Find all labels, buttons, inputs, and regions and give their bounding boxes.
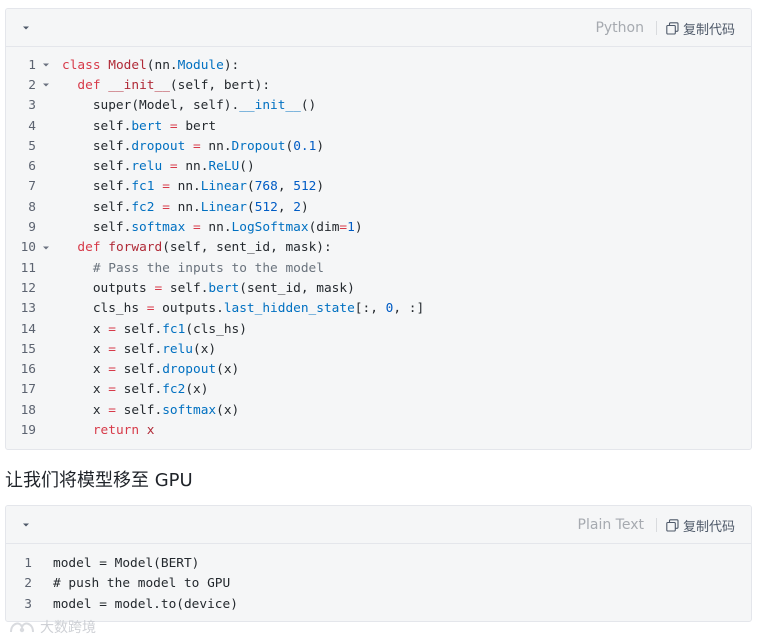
line-number: 1 (28, 57, 36, 73)
plain-text-code-block: Plain Text 复制代码 1 model = Model(BERT) 2 # p… (5, 505, 752, 622)
watermark-logo-icon (10, 622, 34, 633)
line-number: 6 (28, 159, 36, 175)
line-number: 3 (24, 596, 32, 612)
code-text: class Model(nn.Module): (62, 57, 240, 73)
python-code-block: Python 复制代码 1 class Model(nn.Module): 2 de… (5, 8, 752, 450)
code-line: 16 x = self.dropout(x) (6, 359, 751, 379)
watermark-text: 大数跨境 (40, 620, 96, 636)
code-line: 3 super(Model, self).__init__() (6, 96, 751, 116)
line-number: 3 (28, 98, 36, 114)
code-text: outputs = self.bert(sent_id, mask) (62, 280, 355, 296)
code-line: 9 self.softmax = nn.LogSoftmax(dim=1) (6, 217, 751, 237)
line-number: 2 (24, 576, 32, 592)
code-line: 4 self.bert = bert (6, 116, 751, 136)
code-line: 8 self.fc2 = nn.Linear(512, 2) (6, 197, 751, 217)
watermark: 大数跨境 (8, 617, 96, 637)
code-line: 10 def forward(self, sent_id, mask): (6, 238, 751, 258)
line-number: 8 (28, 199, 36, 215)
code-text: x = self.softmax(x) (62, 402, 240, 418)
language-label: Python (595, 20, 644, 36)
line-number: 2 (28, 77, 36, 93)
code-line: 5 self.dropout = nn.Dropout(0.1) (6, 136, 751, 156)
copy-code-button[interactable]: 复制代码 (666, 516, 735, 535)
line-number: 5 (28, 138, 36, 154)
code-text: model = Model(BERT) (53, 555, 200, 571)
code-line: 17 x = self.fc2(x) (6, 380, 751, 400)
code-text: model = model.to(device) (53, 596, 238, 612)
line-number: 14 (20, 321, 36, 337)
copy-code-label: 复制代码 (682, 22, 735, 38)
copy-icon (666, 21, 679, 35)
code-line: 6 self.relu = nn.ReLU() (6, 156, 751, 176)
fold-toggle-icon[interactable] (39, 244, 53, 252)
code-line: 1 model = Model(BERT) (6, 553, 751, 574)
line-number: 19 (20, 422, 36, 438)
header-divider (655, 21, 657, 35)
line-number: 16 (20, 362, 36, 378)
line-number: 9 (28, 220, 36, 236)
code-line: 2 def __init__(self, bert): (6, 75, 751, 95)
line-number: 15 (20, 341, 36, 357)
line-number: 11 (20, 260, 36, 276)
code-text: self.bert = bert (62, 118, 217, 134)
line-number: 10 (20, 240, 36, 256)
line-number: 13 (20, 301, 36, 317)
fold-toggle-icon[interactable] (39, 61, 53, 69)
code-block-header: Python 复制代码 (6, 9, 751, 47)
language-label: Plain Text (577, 517, 644, 533)
code-line: 15 x = self.relu(x) (6, 339, 751, 359)
code-line: 1 class Model(nn.Module): (6, 55, 751, 75)
line-number: 17 (20, 382, 36, 398)
code-text: cls_hs = outputs.last_hidden_state[:, 0,… (62, 301, 425, 317)
code-line: 7 self.fc1 = nn.Linear(768, 512) (6, 177, 751, 197)
code-text: x = self.fc1(cls_hs) (62, 321, 247, 337)
code-text: def forward(self, sent_id, mask): (77, 240, 332, 256)
fold-toggle-icon[interactable] (39, 81, 53, 89)
code-line: 13 cls_hs = outputs.last_hidden_state[:,… (6, 299, 751, 319)
code-line: 18 x = self.softmax(x) (6, 400, 751, 420)
code-body[interactable]: 1 model = Model(BERT) 2 # push the model to… (6, 544, 751, 615)
copy-code-button[interactable]: 复制代码 (666, 19, 735, 38)
code-body[interactable]: 1 class Model(nn.Module): 2 def __init__(s… (6, 47, 751, 441)
code-line: 2 # push the model to GPU (6, 574, 751, 595)
code-line: 3 model = model.to(device) (6, 594, 751, 615)
code-text: x = self.dropout(x) (62, 362, 240, 378)
code-block-header: Plain Text 复制代码 (6, 506, 751, 544)
code-text: super(Model, self).__init__() (62, 98, 317, 114)
line-number: 12 (20, 280, 36, 296)
code-text: # push the model to GPU (53, 576, 231, 592)
code-text: self.softmax = nn.LogSoftmax(dim=1) (62, 220, 363, 236)
code-text: x = self.fc2(x) (62, 382, 209, 398)
code-text: self.dropout = nn.Dropout(0.1) (62, 138, 325, 154)
copy-icon (666, 518, 679, 532)
line-number: 7 (28, 179, 36, 195)
line-number: 18 (20, 402, 36, 418)
code-line: 14 x = self.fc1(cls_hs) (6, 319, 751, 339)
line-number: 1 (24, 555, 32, 571)
header-divider (655, 518, 657, 532)
code-text: x = self.relu(x) (62, 341, 217, 357)
collapse-toggle-icon[interactable] (19, 21, 33, 35)
code-text: self.relu = nn.ReLU() (62, 159, 255, 175)
copy-code-label: 复制代码 (682, 519, 735, 535)
line-number: 4 (28, 118, 36, 134)
section-heading: 让我们将模型移至 GPU (5, 470, 193, 491)
code-text: self.fc2 = nn.Linear(512, 2) (62, 199, 309, 215)
code-text: return x (92, 422, 155, 438)
code-text: # Pass the inputs to the model (92, 260, 324, 276)
code-line: 12 outputs = self.bert(sent_id, mask) (6, 278, 751, 298)
code-text: self.fc1 = nn.Linear(768, 512) (62, 179, 325, 195)
code-line: 19 return x (6, 420, 751, 440)
code-text: def __init__(self, bert): (77, 77, 271, 93)
collapse-toggle-icon[interactable] (19, 518, 33, 532)
code-line: 11 # Pass the inputs to the model (6, 258, 751, 278)
